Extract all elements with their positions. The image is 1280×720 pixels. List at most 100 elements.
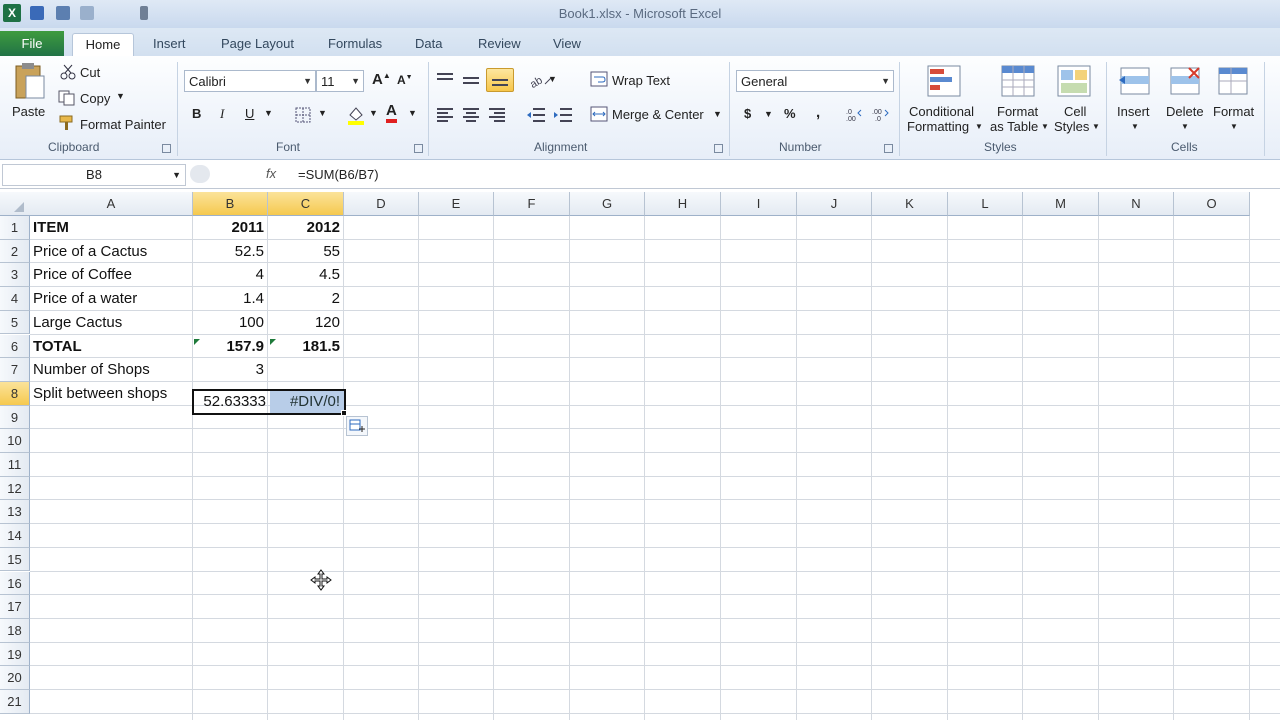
cell-b6[interactable]: 157.9 xyxy=(196,338,264,355)
column-header-j[interactable]: J xyxy=(797,192,872,216)
tab-review[interactable]: Review xyxy=(470,33,529,56)
borders-dropdown-icon[interactable]: ▼ xyxy=(318,108,327,118)
insert-function-icon[interactable]: fx xyxy=(266,166,276,181)
cell-c6[interactable]: 181.5 xyxy=(271,338,340,355)
cell-a1[interactable]: ITEM xyxy=(33,219,189,236)
underline-button[interactable]: U xyxy=(245,106,254,121)
cell-c1[interactable]: 2012 xyxy=(271,219,340,236)
font-size-dropdown[interactable]: 11 ▼ xyxy=(316,70,364,92)
copy-button[interactable]: Copy xyxy=(80,91,110,106)
merge-dropdown-icon[interactable]: ▼ xyxy=(713,109,722,119)
column-header-c[interactable]: C xyxy=(268,192,344,216)
merge-center-icon[interactable] xyxy=(590,106,608,122)
cell-styles-button-line2[interactable]: Styles xyxy=(1054,119,1089,134)
percent-button[interactable]: % xyxy=(784,106,796,121)
font-color-dropdown-icon[interactable]: ▼ xyxy=(408,108,417,118)
decrease-decimal-icon[interactable]: .00.0 xyxy=(872,106,892,122)
row-header-7[interactable]: 7 xyxy=(0,358,30,382)
format-cells-icon[interactable] xyxy=(1215,64,1251,98)
insert-dropdown-icon[interactable]: ▼ xyxy=(1131,122,1139,131)
delete-dropdown-icon[interactable]: ▼ xyxy=(1181,122,1189,131)
cell-c2[interactable]: 55 xyxy=(271,243,340,260)
underline-dropdown-icon[interactable]: ▼ xyxy=(264,108,273,118)
italic-button[interactable]: I xyxy=(220,106,224,122)
currency-dropdown-icon[interactable]: ▼ xyxy=(764,109,773,119)
cell-styles-button[interactable]: Cell xyxy=(1064,104,1086,119)
column-header-a[interactable]: A xyxy=(30,192,193,216)
tab-file[interactable]: File xyxy=(0,31,64,56)
column-header-k[interactable]: K xyxy=(872,192,948,216)
copy-icon[interactable] xyxy=(58,90,76,106)
paste-button[interactable]: Paste xyxy=(12,104,45,119)
currency-button[interactable]: $ xyxy=(744,106,751,121)
row-header-17[interactable]: 17 xyxy=(0,595,30,619)
increase-decimal-icon[interactable]: .0.00 xyxy=(846,106,866,122)
cut-button[interactable]: Cut xyxy=(80,65,100,80)
cell-c8[interactable]: #DIV/0! xyxy=(272,393,340,410)
shrink-font-icon[interactable]: A▼ xyxy=(397,73,413,87)
conditional-formatting-button[interactable]: Conditional xyxy=(909,104,974,119)
column-header-m[interactable]: M xyxy=(1023,192,1099,216)
insert-cells-button[interactable]: Insert xyxy=(1117,104,1150,119)
row-header-18[interactable]: 18 xyxy=(0,618,30,643)
cell-b2[interactable]: 52.5 xyxy=(196,243,264,260)
font-launcher-icon[interactable] xyxy=(414,144,423,153)
merge-center-button[interactable]: Merge & Center xyxy=(612,107,704,122)
row-header-16[interactable]: 16 xyxy=(0,571,30,596)
cell-a8[interactable]: Split between shops xyxy=(33,385,189,402)
middle-align-icon[interactable] xyxy=(462,74,480,88)
cell-b7[interactable]: 3 xyxy=(196,361,264,378)
orientation-dropdown-icon[interactable]: ▼ xyxy=(548,74,557,84)
conditional-dropdown-icon[interactable]: ▼ xyxy=(975,122,983,131)
column-header-f[interactable]: F xyxy=(494,192,570,216)
format-dropdown-icon[interactable]: ▼ xyxy=(1230,122,1238,131)
column-header-e[interactable]: E xyxy=(419,192,494,216)
conditional-formatting-button-line2[interactable]: Formatting xyxy=(907,119,969,134)
cell-a3[interactable]: Price of Coffee xyxy=(33,266,189,283)
cell-styles-icon[interactable] xyxy=(1056,64,1092,98)
cell-a4[interactable]: Price of a water xyxy=(33,290,189,307)
chevron-down-icon[interactable]: ▼ xyxy=(172,165,181,185)
row-header-3[interactable]: 3 xyxy=(0,263,30,288)
row-header-21[interactable]: 21 xyxy=(0,690,30,714)
cut-icon[interactable] xyxy=(60,64,76,80)
bottom-align-icon[interactable] xyxy=(486,68,514,92)
font-name-dropdown[interactable]: Calibri ▼ xyxy=(184,70,316,92)
row-header-1[interactable]: 1 xyxy=(0,216,30,240)
cell-a7[interactable]: Number of Shops xyxy=(33,361,189,378)
fill-color-icon[interactable] xyxy=(346,105,366,125)
column-header-g[interactable]: G xyxy=(570,192,645,216)
cell-a5[interactable]: Large Cactus xyxy=(33,314,189,331)
format-painter-button[interactable]: Format Painter xyxy=(80,117,166,132)
cell-styles-dropdown-icon[interactable]: ▼ xyxy=(1092,122,1100,131)
number-launcher-icon[interactable] xyxy=(884,144,893,153)
delete-cells-icon[interactable] xyxy=(1167,64,1203,98)
format-as-table-icon[interactable] xyxy=(1000,64,1036,98)
insert-cells-icon[interactable] xyxy=(1117,64,1153,98)
cell-a2[interactable]: Price of a Cactus xyxy=(33,243,189,260)
name-box[interactable]: B8 ▼ xyxy=(2,164,186,186)
row-header-10[interactable]: 10 xyxy=(0,429,30,453)
fill-color-dropdown-icon[interactable]: ▼ xyxy=(369,108,378,118)
align-center-icon[interactable] xyxy=(462,107,480,123)
column-header-l[interactable]: L xyxy=(948,192,1023,216)
delete-cells-button[interactable]: Delete xyxy=(1166,104,1204,119)
format-as-table-button-line2[interactable]: as Table xyxy=(990,119,1038,134)
borders-icon[interactable] xyxy=(295,107,311,123)
row-header-2[interactable]: 2 xyxy=(0,239,30,264)
row-header-19[interactable]: 19 xyxy=(0,642,30,667)
format-painter-icon[interactable] xyxy=(58,115,76,131)
format-table-dropdown-icon[interactable]: ▼ xyxy=(1041,122,1049,131)
comma-button[interactable]: , xyxy=(816,104,820,121)
font-color-button[interactable]: A xyxy=(386,103,397,123)
format-as-table-button[interactable]: Format xyxy=(997,104,1038,119)
column-header-o[interactable]: O xyxy=(1174,192,1250,216)
cell-b8[interactable]: 52.63333 xyxy=(196,393,266,410)
top-align-icon[interactable] xyxy=(436,72,454,86)
cell-b1[interactable]: 2011 xyxy=(196,219,264,236)
tab-page-layout[interactable]: Page Layout xyxy=(213,33,302,56)
tab-data[interactable]: Data xyxy=(407,33,450,56)
row-header-8[interactable]: 8 xyxy=(0,381,30,406)
format-cells-button[interactable]: Format xyxy=(1213,104,1254,119)
wrap-text-button[interactable]: Wrap Text xyxy=(612,73,670,88)
